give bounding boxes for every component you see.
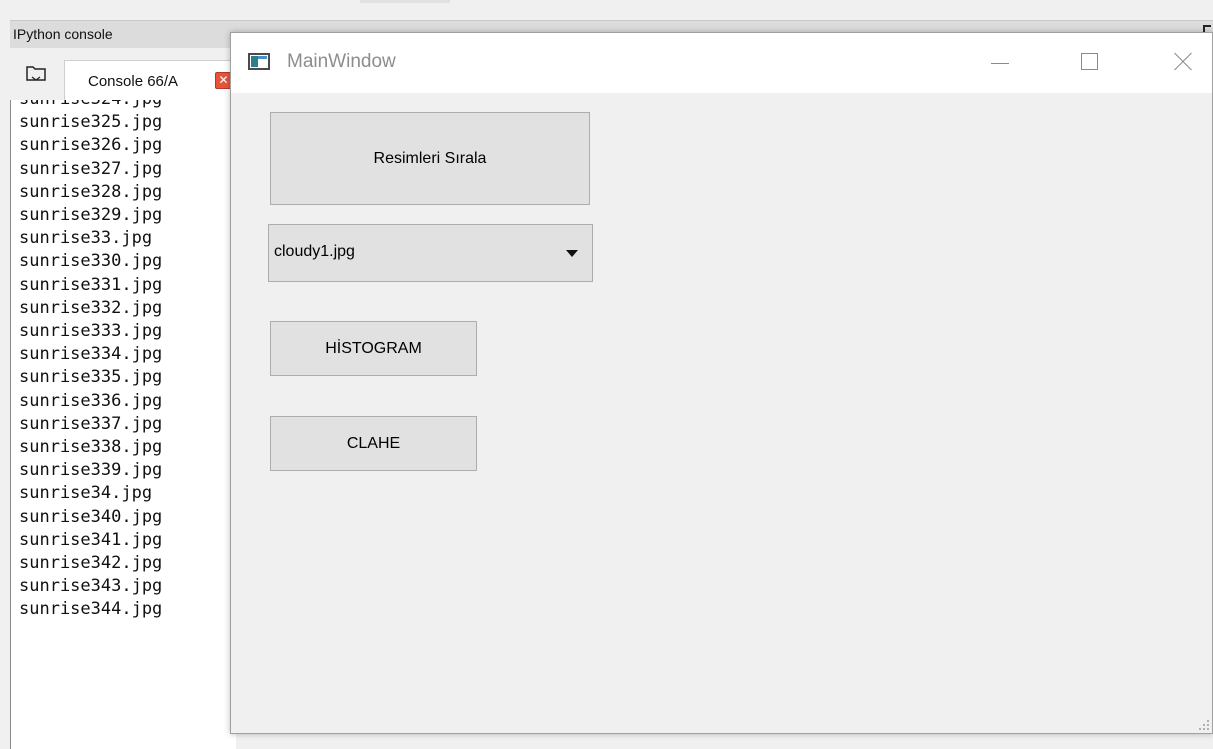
console-line: sunrise343.jpg [19, 576, 163, 597]
console-line: sunrise344.jpg [19, 599, 163, 620]
console-line: sunrise334.jpg [19, 344, 163, 365]
tab-console[interactable]: Console 66/A ✕ [64, 60, 242, 100]
console-line: sunrise332.jpg [19, 297, 163, 318]
tab-console-label: Console 66/A [88, 73, 179, 90]
image-select-combobox[interactable]: cloudy1.jpg [268, 224, 593, 282]
clahe-button[interactable]: CLAHE [270, 416, 477, 471]
console-line: sunrise338.jpg [19, 437, 163, 458]
window-title: MainWindow [287, 51, 396, 72]
maximize-icon[interactable] [1068, 33, 1113, 93]
console-line: sunrise328.jpg [19, 181, 163, 202]
histogram-button[interactable]: HİSTOGRAM [270, 321, 477, 376]
console-line: sunrise337.jpg [19, 413, 163, 434]
console-line: sunrise333.jpg [19, 321, 163, 342]
console-line: sunrise326.jpg [19, 135, 163, 156]
console-line: sunrise329.jpg [19, 205, 163, 226]
sort-images-button[interactable]: Resimleri Sırala [270, 112, 590, 205]
console-line: sunrise324.jpg [11, 100, 162, 111]
main-window: MainWindow Resimleri Sırala cloudy1.jpg … [230, 32, 1213, 734]
close-icon[interactable] [1159, 33, 1204, 93]
combobox-value: cloudy1.jpg [274, 243, 355, 260]
console-line: sunrise33.jpg [19, 228, 153, 249]
dropdown-arrow-icon[interactable] [566, 250, 578, 257]
console-line: sunrise340.jpg [19, 506, 163, 527]
console-line: sunrise34.jpg [19, 483, 153, 504]
app-window-icon [248, 53, 270, 70]
console-output[interactable]: sunrise324.jpgsunrise325.jpgsunrise326.j… [10, 100, 236, 749]
console-line: sunrise327.jpg [19, 158, 163, 179]
top-strip [0, 0, 1213, 20]
size-grip-icon[interactable] [1199, 720, 1209, 730]
console-line: sunrise341.jpg [19, 529, 163, 550]
ipython-pane-title: IPython console [13, 26, 113, 42]
console-line: sunrise339.jpg [19, 460, 163, 481]
window-titlebar[interactable]: MainWindow [231, 33, 1212, 93]
console-line: sunrise336.jpg [19, 390, 163, 411]
console-line: sunrise325.jpg [19, 112, 163, 133]
console-line: sunrise331.jpg [19, 274, 163, 295]
console-line: sunrise335.jpg [19, 367, 163, 388]
minimize-icon[interactable] [977, 33, 1022, 93]
console-lines: sunrise324.jpgsunrise325.jpgsunrise326.j… [11, 100, 162, 622]
top-tab-marker [360, 0, 450, 3]
console-line: sunrise342.jpg [19, 553, 163, 574]
folder-icon[interactable] [26, 65, 46, 81]
console-line: sunrise330.jpg [19, 251, 163, 272]
